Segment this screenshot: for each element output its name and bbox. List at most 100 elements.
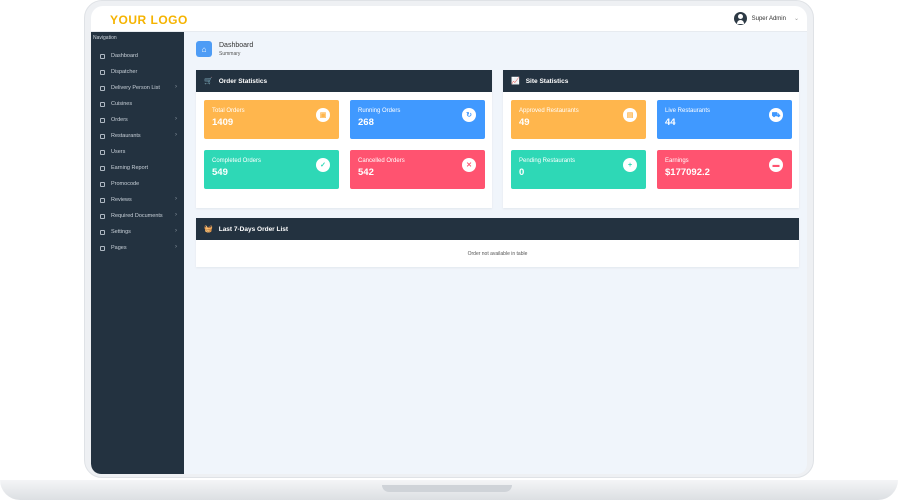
chevron-right-icon: › [175,228,177,234]
users-icon [100,149,105,155]
stat-card-earnings[interactable]: Earnings $177092.2 ▬ [657,150,792,189]
stat-value: 49 [519,117,530,128]
sidebar-item-dispatcher[interactable]: Dispatcher [91,64,184,80]
cuisine-icon [100,101,105,107]
money-icon: ▬ [769,158,783,172]
panel-title: Last 7-Days Order List [218,225,289,233]
sidebar-item-earning-report[interactable]: Earning Report [91,160,184,176]
sidebar-item-label: Restaurants [111,133,141,139]
chevron-down-icon: ⌄ [793,16,799,22]
stat-card-approved-restaurants[interactable]: Approved Restaurants 49 ▤ [511,100,646,139]
stat-label: Completed Orders [212,158,262,164]
sidebar-item-reviews[interactable]: Reviews › [91,192,184,208]
stat-value: $177092.2 [665,167,710,178]
stat-card-cancelled-orders[interactable]: Cancelled Orders 542 ✕ [350,150,485,189]
sidebar-item-dashboard[interactable]: Dashboard [91,48,184,64]
sidebar-item-delivery-person-list[interactable]: Delivery Person List › [91,80,184,96]
stat-label: Running Orders [358,108,401,114]
stat-value: 0 [519,167,525,178]
truck-icon: ⛟ [769,108,783,122]
chevron-right-icon: › [175,244,177,250]
stat-card-running-orders[interactable]: Running Orders 268 ↻ [350,100,485,139]
sidebar-item-users[interactable]: Users [91,144,184,160]
stat-value: 44 [665,117,676,128]
page-title: Dashboard [219,41,254,49]
cart-icon: 🛒 [204,78,213,85]
sidebar-item-settings[interactable]: Settings › [91,224,184,240]
store-icon: ▤ [623,108,637,122]
panel-header: 📈 Site Statistics [503,70,799,92]
stat-value: 542 [358,167,374,178]
promo-icon [100,181,105,187]
panel-header: 🛒 Order Statistics [196,70,492,92]
panel-title: Order Statistics [218,77,268,85]
sidebar-item-label: Dashboard [111,53,138,59]
settings-icon [100,229,105,235]
stat-value: 549 [212,167,228,178]
order-statistics-panel: 🛒 Order Statistics Total Orders 1409 ▣ Ru… [196,70,492,208]
laptop-notch [382,485,512,492]
sidebar-item-cuisines[interactable]: Cuisines [91,96,184,112]
orders-icon [100,117,105,123]
logo[interactable]: YOUR LOGO [110,13,188,27]
refresh-icon: ↻ [462,108,476,122]
stat-label: Cancelled Orders [358,158,405,164]
sidebar-item-pages[interactable]: Pages › [91,240,184,256]
site-statistics-panel: 📈 Site Statistics Approved Restaurants 49… [503,70,799,208]
delivery-icon [100,85,105,91]
empty-table-message: Order not available in table [467,250,528,257]
sidebar-item-label: Cuisines [111,101,133,107]
sidebar-item-label: Earning Report [111,165,148,171]
order-list-panel: 🧺 Last 7-Days Order List Order not availa… [196,218,799,267]
sidebar-item-promocode[interactable]: Promocode [91,176,184,192]
sidebar-item-required-documents[interactable]: Required Documents › [91,208,184,224]
sidebar-item-label: Promocode [111,181,140,187]
stat-label: Approved Restaurants [519,108,579,114]
user-name: Super Admin [751,15,786,22]
user-plus-icon: + [623,158,637,172]
sidebar-item-restaurants[interactable]: Restaurants › [91,128,184,144]
sidebar-item-label: Pages [111,245,127,251]
sidebar-item-label: Delivery Person List [111,85,160,91]
sidebar-nav: Dashboard Dispatcher Delivery Person Lis… [91,48,184,256]
stat-card-completed-orders[interactable]: Completed Orders 549 ✓ [204,150,339,189]
app-screen: YOUR LOGO Super Admin ⌄ Navigation Dashb… [91,6,807,474]
user-menu[interactable]: Super Admin ⌄ [733,12,799,25]
sidebar-item-label: Settings [111,229,131,235]
stat-label: Total Orders [212,108,245,114]
chevron-right-icon: › [175,196,177,202]
chevron-right-icon: › [175,116,177,122]
restaurant-icon [100,133,105,139]
stat-value: 1409 [212,117,234,128]
sidebar-item-orders[interactable]: Orders › [91,112,184,128]
user-avatar-icon [733,12,747,25]
report-icon [100,165,105,171]
stat-card-live-restaurants[interactable]: Live Restaurants 44 ⛟ [657,100,792,139]
chevron-right-icon: › [175,132,177,138]
home-icon [100,53,105,59]
stat-value: 268 [358,117,374,128]
panel-header: 🧺 Last 7-Days Order List [196,218,799,240]
documents-icon [100,213,105,219]
basket-icon: 🧺 [204,226,213,233]
nav-heading: Navigation [93,35,117,41]
stat-label: Pending Restaurants [519,158,576,164]
stat-label: Live Restaurants [665,108,711,114]
dispatch-icon [100,69,105,75]
sidebar-item-label: Required Documents [111,213,163,219]
sidebar-item-label: Reviews [111,197,132,203]
main-content: ⌂ Dashboard Summary 🛒 Order Statistics To… [184,32,807,474]
stat-card-total-orders[interactable]: Total Orders 1409 ▣ [204,100,339,139]
reviews-icon [100,197,105,203]
home-icon: ⌂ [196,41,212,57]
check-icon: ✓ [316,158,330,172]
sidebar-item-label: Dispatcher [111,69,138,75]
close-icon: ✕ [462,158,476,172]
stat-label: Earnings [665,158,689,164]
chevron-right-icon: › [175,212,177,218]
sidebar-item-label: Orders [111,117,128,123]
sidebar-item-label: Users [111,149,126,155]
stat-card-pending-restaurants[interactable]: Pending Restaurants 0 + [511,150,646,189]
top-bar: YOUR LOGO Super Admin ⌄ [91,6,807,32]
breadcrumb: ⌂ Dashboard Summary [196,41,253,57]
